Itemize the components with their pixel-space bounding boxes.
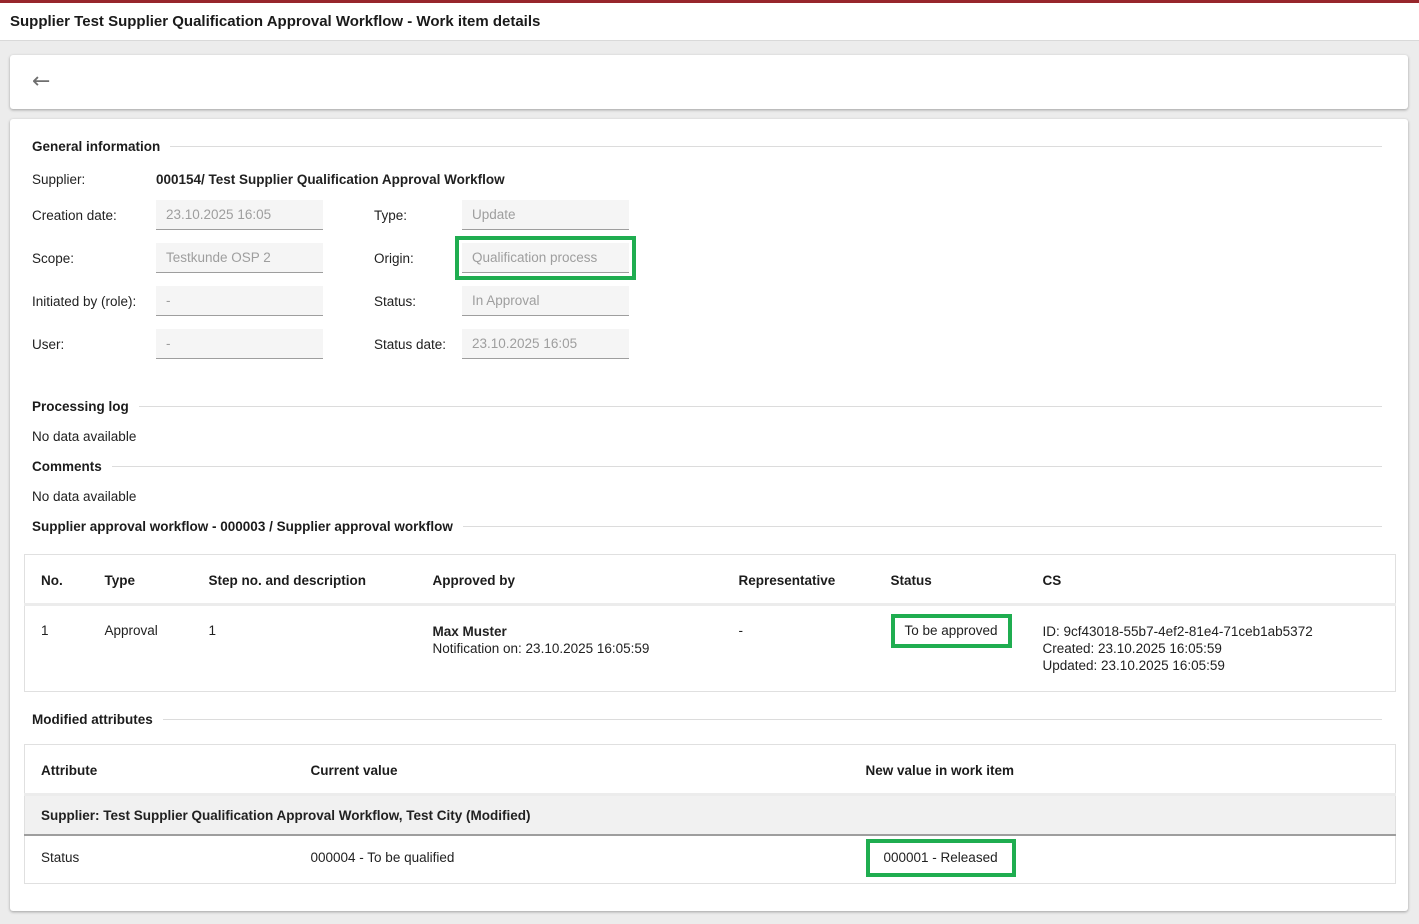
col-cs: CS [1027,555,1396,605]
cell-no: 1 [25,605,89,692]
group-header: Supplier: Test Supplier Qualification Ap… [25,795,1396,836]
supplier-row: Supplier: 000154/ Test Supplier Qualific… [32,172,1384,187]
col-step: Step no. and description [193,555,417,605]
legend-rule [112,466,1382,467]
section-title: Modified attributes [32,712,153,727]
new-value-highlight-box: 000001 - Released [866,839,1016,877]
back-arrow-icon: ← [32,69,50,94]
origin-label: Origin: [374,251,462,266]
initiated-by-label: Initiated by (role): [32,294,156,309]
modified-attributes-table: Attribute Current value New value in wor… [24,744,1396,884]
cell-new-value: 000001 - Released [850,835,1396,884]
creation-date-field: 23.10.2025 16:05 [156,200,323,230]
section-general-information: General information [10,137,1408,155]
approved-by-name: Max Muster [433,623,715,640]
section-title: Supplier approval workflow - 000003 / Su… [32,519,453,534]
attribute-group-row: Supplier: Test Supplier Qualification Ap… [25,795,1396,836]
section-title: Comments [32,459,102,474]
status-highlight-box: To be approved [891,614,1012,648]
initiated-by-field: - [156,286,323,316]
cell-approved-by: Max Muster Notification on: 23.10.2025 1… [417,605,723,692]
status-field: In Approval [462,286,629,316]
user-field: - [156,329,323,359]
section-title: General information [32,139,160,154]
section-modified-attributes: Modified attributes [10,710,1408,728]
comments-empty: No data available [10,475,1408,517]
back-button[interactable]: ← [32,71,50,93]
supplier-value: 000154/ Test Supplier Qualification Appr… [156,172,505,187]
cs-updated: Updated: 23.10.2025 16:05:59 [1043,657,1388,674]
type-field: Update [462,200,629,230]
cs-created: Created: 23.10.2025 16:05:59 [1043,640,1388,657]
cell-current-value: 000004 - To be qualified [295,835,850,884]
approval-workflow-table: No. Type Step no. and description Approv… [24,554,1396,692]
creation-date-label: Creation date: [32,208,156,223]
legend-rule [163,719,1382,720]
cell-representative: - [723,605,875,692]
cell-cs: ID: 9cf43018-55b7-4ef2-81e4-71ceb1ab5372… [1027,605,1396,692]
table-row: 1 Approval 1 Max Muster Notification on:… [25,605,1396,692]
section-comments: Comments [10,457,1408,475]
col-no: No. [25,555,89,605]
page-title: Supplier Test Supplier Qualification App… [10,13,540,30]
type-label: Type: [374,208,462,223]
section-approval-workflow: Supplier approval workflow - 000003 / Su… [10,517,1408,535]
cell-attribute: Status [25,835,295,884]
col-attribute: Attribute [25,745,295,795]
col-approved-by: Approved by [417,555,723,605]
scope-field: Testkunde OSP 2 [156,243,323,273]
window-titlebar: Supplier Test Supplier Qualification App… [0,3,1419,41]
legend-rule [463,526,1382,527]
col-new-value: New value in work item [850,745,1396,795]
general-information-form: Creation date: 23.10.2025 16:05 Type: Up… [32,200,1384,359]
col-representative: Representative [723,555,875,605]
toolbar: ← [10,55,1408,109]
status-date-label: Status date: [374,337,462,352]
page-background: ← General information Supplier: 000154/ … [0,41,1419,911]
approved-by-note: Notification on: 23.10.2025 16:05:59 [433,640,715,657]
section-title: Processing log [32,399,129,414]
legend-rule [170,146,1382,147]
col-type: Type [89,555,193,605]
table-header-row: No. Type Step no. and description Approv… [25,555,1396,605]
col-status: Status [875,555,1027,605]
cs-id: ID: 9cf43018-55b7-4ef2-81e4-71ceb1ab5372 [1043,623,1388,640]
work-item-details-card: General information Supplier: 000154/ Te… [10,119,1408,911]
cell-status: To be approved [875,605,1027,692]
status-date-field: 23.10.2025 16:05 [462,329,629,359]
col-current-value: Current value [295,745,850,795]
table-header-row: Attribute Current value New value in wor… [25,745,1396,795]
user-label: User: [32,337,156,352]
cell-step: 1 [193,605,417,692]
scope-label: Scope: [32,251,156,266]
processing-log-empty: No data available [10,415,1408,457]
cell-type: Approval [89,605,193,692]
origin-field: Qualification process [462,243,629,273]
status-label: Status: [374,294,462,309]
supplier-label: Supplier: [32,172,156,187]
legend-rule [139,406,1382,407]
table-row: Status 000004 - To be qualified 000001 -… [25,835,1396,884]
section-processing-log: Processing log [10,397,1408,415]
